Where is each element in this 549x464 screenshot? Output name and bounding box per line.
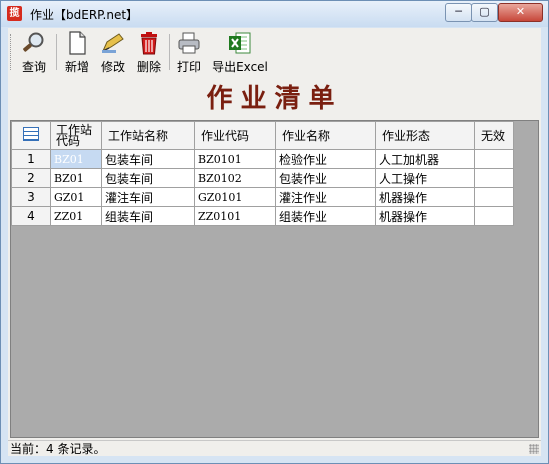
invalid-cell[interactable] xyxy=(474,168,514,188)
column-header-ws-code[interactable]: 工作站 代码 xyxy=(50,121,102,150)
job-form-cell[interactable]: 人工加机器 xyxy=(375,149,475,169)
job-form-cell[interactable]: 机器操作 xyxy=(375,206,475,226)
trash-icon xyxy=(137,31,161,55)
delete-label: 删除 xyxy=(136,60,161,74)
ws-code-cell[interactable]: BZ01 xyxy=(50,168,102,188)
delete-button[interactable]: 删除 xyxy=(134,31,164,74)
query-label: 查询 xyxy=(21,60,46,74)
column-header-ws-name[interactable]: 工作站名称 xyxy=(101,121,195,150)
status-text: 当前：4 条记录。 xyxy=(10,442,106,456)
export-label: 导出Excel xyxy=(212,60,268,74)
status-bar: 当前：4 条记录。 xyxy=(8,440,541,456)
minimize-button[interactable]: ─ xyxy=(445,3,472,22)
ws-name-cell[interactable]: 灌注车间 xyxy=(101,187,195,207)
title-bar[interactable]: 揽 作业【bdERP.net】 ─ ▢ ✕ xyxy=(1,1,548,27)
job-name-cell[interactable]: 包装作业 xyxy=(275,168,376,188)
maximize-button[interactable]: ▢ xyxy=(471,3,498,22)
magnifier-icon xyxy=(22,31,46,55)
invalid-cell[interactable] xyxy=(474,187,514,207)
add-label: 新增 xyxy=(64,60,89,74)
ws-code-cell[interactable]: GZ01 xyxy=(50,187,102,207)
add-button[interactable]: 新增 xyxy=(62,31,92,74)
column-header-job-name[interactable]: 作业名称 xyxy=(275,121,376,150)
job-code-cell[interactable]: BZ0101 xyxy=(194,149,276,169)
main-window: 揽 作业【bdERP.net】 ─ ▢ ✕ 查询 新增 修改 删除 打印 导出E… xyxy=(0,0,549,464)
edit-button[interactable]: 修改 xyxy=(98,31,128,74)
column-header-invalid[interactable]: 无效 xyxy=(474,121,514,150)
table-row[interactable]: 2 BZ01 包装车间 BZ0102 包装作业 人工操作 xyxy=(11,168,514,188)
job-form-cell[interactable]: 人工操作 xyxy=(375,168,475,188)
row-number[interactable]: 2 xyxy=(11,168,51,188)
row-number[interactable]: 1 xyxy=(11,149,51,169)
query-button[interactable]: 查询 xyxy=(16,31,52,74)
toolbar-grip[interactable] xyxy=(10,34,14,70)
excel-icon xyxy=(228,31,252,55)
ws-code-cell[interactable]: BZ01 xyxy=(50,149,102,169)
app-icon: 揽 xyxy=(7,6,22,21)
table-row[interactable]: 3 GZ01 灌注车间 GZ0101 灌注作业 机器操作 xyxy=(11,187,514,207)
edit-pencil-icon xyxy=(101,31,125,55)
select-all-cell[interactable] xyxy=(11,121,51,150)
ws-name-cell[interactable]: 包装车间 xyxy=(101,149,195,169)
form-title: 作业清单 xyxy=(206,84,343,114)
job-code-cell[interactable]: BZ0102 xyxy=(194,168,276,188)
print-label: 打印 xyxy=(176,60,201,74)
header-row: 工作站 代码 工作站名称 作业代码 作业名称 作业形态 无效 xyxy=(11,121,514,150)
row-number[interactable]: 3 xyxy=(11,187,51,207)
toolbar: 查询 新增 修改 删除 打印 导出Excel xyxy=(8,28,541,75)
ws-code-cell[interactable]: ZZ01 xyxy=(50,206,102,226)
export-excel-button[interactable]: 导出Excel xyxy=(212,31,268,74)
grid-icon xyxy=(23,127,39,141)
edit-label: 修改 xyxy=(100,60,125,74)
data-grid[interactable]: 工作站 代码 工作站名称 作业代码 作业名称 作业形态 无效 1 BZ01 包装车… xyxy=(10,120,539,438)
printer-icon xyxy=(177,31,201,55)
window-title: 作业【bdERP.net】 xyxy=(30,8,139,22)
job-form-cell[interactable]: 机器操作 xyxy=(375,187,475,207)
column-header-job-code[interactable]: 作业代码 xyxy=(194,121,276,150)
job-code-cell[interactable]: ZZ0101 xyxy=(194,206,276,226)
resize-grip-icon[interactable] xyxy=(529,444,539,454)
column-header-job-form[interactable]: 作业形态 xyxy=(375,121,475,150)
print-button[interactable]: 打印 xyxy=(174,31,204,74)
table-row[interactable]: 4 ZZ01 组装车间 ZZ0101 组装作业 机器操作 xyxy=(11,206,514,226)
invalid-cell[interactable] xyxy=(474,206,514,226)
ws-name-cell[interactable]: 组装车间 xyxy=(101,206,195,226)
new-document-icon xyxy=(65,31,89,55)
table-row[interactable]: 1 BZ01 包装车间 BZ0101 检验作业 人工加机器 xyxy=(11,149,514,169)
ws-name-cell[interactable]: 包装车间 xyxy=(101,168,195,188)
job-name-cell[interactable]: 灌注作业 xyxy=(275,187,376,207)
job-code-cell[interactable]: GZ0101 xyxy=(194,187,276,207)
job-table: 工作站 代码 工作站名称 作业代码 作业名称 作业形态 无效 1 BZ01 包装车… xyxy=(11,121,514,226)
toolbar-separator xyxy=(169,34,170,70)
toolbar-separator xyxy=(56,34,57,70)
header-ws-code-line2: 代码 xyxy=(56,133,81,148)
job-name-cell[interactable]: 检验作业 xyxy=(275,149,376,169)
client-area: 查询 新增 修改 删除 打印 导出Excel 作业清单 工作站 代码 工作站名称… xyxy=(8,28,541,456)
close-button[interactable]: ✕ xyxy=(498,3,543,22)
invalid-cell[interactable] xyxy=(474,149,514,169)
row-number[interactable]: 4 xyxy=(11,206,51,226)
job-name-cell[interactable]: 组装作业 xyxy=(275,206,376,226)
